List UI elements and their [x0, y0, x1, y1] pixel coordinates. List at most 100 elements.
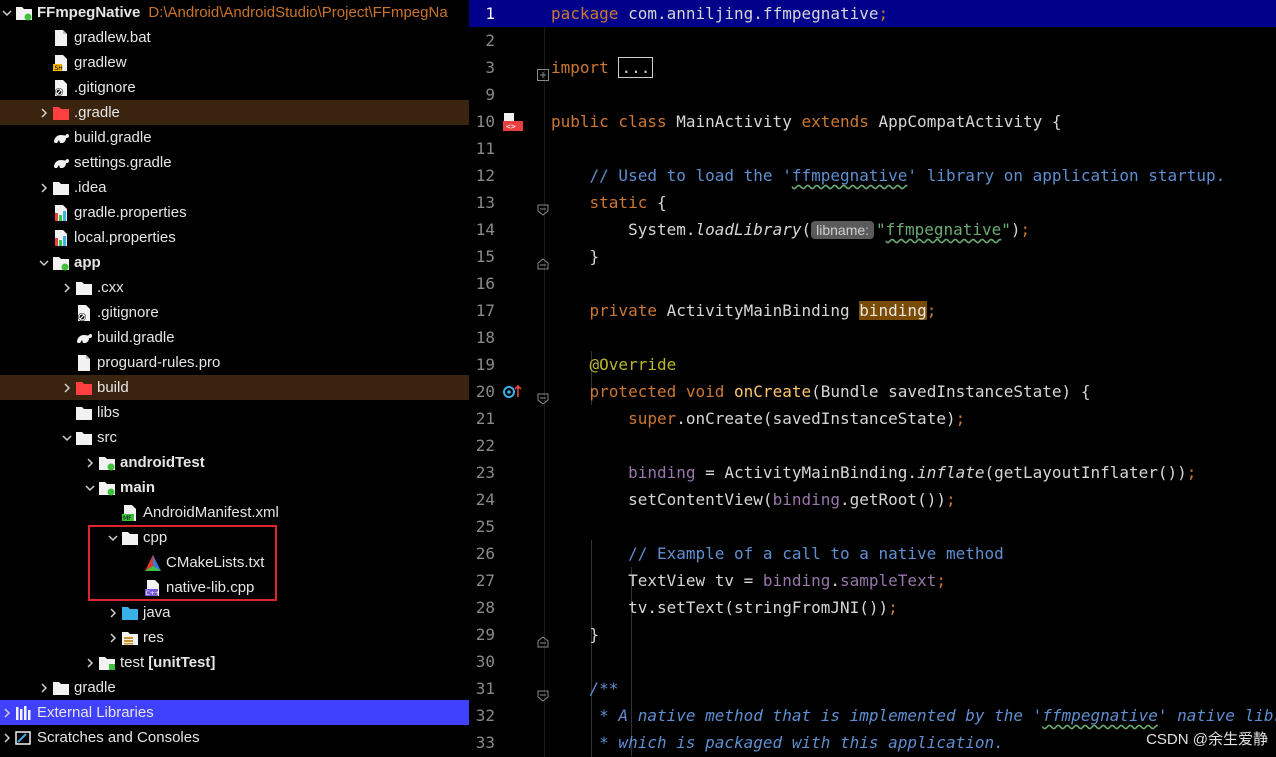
code-line-9[interactable]: 9 — [469, 81, 1276, 108]
line-number: 15 — [475, 247, 495, 266]
tree-row-suffix: [unitTest] — [148, 654, 216, 671]
project-path: D:\Android\AndroidStudio\Project\FFmpegN… — [148, 4, 448, 21]
expand-arrow-icon[interactable] — [83, 650, 97, 675]
tree-row-local-properties[interactable]: local.properties — [0, 225, 469, 250]
code-line-1[interactable]: 1 package com.anniljing.ffmpegnative; — [469, 0, 1276, 27]
tree-row-settings-gradle[interactable]: settings.gradle — [0, 150, 469, 175]
tree-row-label: local.properties — [74, 229, 176, 246]
tree-row-external-libraries[interactable]: External Libraries — [0, 700, 469, 725]
code-line-3[interactable]: 3 import ... — [469, 54, 1276, 81]
arrow-spacer — [60, 400, 74, 425]
tree-row-scratches-and-consoles[interactable]: Scratches and Consoles — [0, 725, 469, 750]
expand-arrow-icon[interactable] — [37, 175, 51, 200]
expand-arrow-icon[interactable] — [83, 450, 97, 475]
tree-row-label: gradle.properties — [74, 204, 187, 221]
code-line-27[interactable]: 27 TextView tv = binding.sampleText; — [469, 567, 1276, 594]
code-line-16[interactable]: 16 — [469, 270, 1276, 297]
tree-row-test[interactable]: test [unitTest] — [0, 650, 469, 675]
code-line-24[interactable]: 24 setContentView(binding.getRoot()); — [469, 486, 1276, 513]
expand-arrow-icon[interactable] — [0, 725, 14, 750]
tree-row-gradlew-bat[interactable]: gradlew.bat — [0, 25, 469, 50]
code-line-32[interactable]: 32 * A native method that is implemented… — [469, 702, 1276, 729]
code-line-22[interactable]: 22 — [469, 432, 1276, 459]
expand-arrow-icon[interactable] — [60, 275, 74, 300]
tree-row-androidmanifest-xml[interactable]: MF AndroidManifest.xml — [0, 500, 469, 525]
tree-row-build-gradle[interactable]: build.gradle — [0, 325, 469, 350]
expand-arrow-icon[interactable] — [0, 700, 14, 725]
tree-row-idea[interactable]: .idea — [0, 175, 469, 200]
code-line-14[interactable]: 14 System.loadLibrary(libname: "ffmpegnat… — [469, 216, 1276, 243]
code-line-11[interactable]: 11 — [469, 135, 1276, 162]
tree-row-gradle[interactable]: gradle — [0, 675, 469, 700]
tree-row-src[interactable]: src — [0, 425, 469, 450]
fold-marker-icon[interactable] — [537, 197, 549, 216]
code-line-30[interactable]: 30 — [469, 648, 1276, 675]
file-icon — [51, 29, 71, 47]
expand-arrow-icon[interactable] — [37, 675, 51, 700]
tree-row-app[interactable]: app — [0, 250, 469, 275]
native-class-icon[interactable]: <> — [501, 111, 525, 133]
fold-marker-icon[interactable] — [537, 386, 549, 405]
code-line-10[interactable]: 10 <> public class MainActivity extends Ap… — [469, 108, 1276, 135]
tree-row-androidtest[interactable]: androidTest — [0, 450, 469, 475]
tree-row-res[interactable]: res — [0, 625, 469, 650]
collapse-arrow-icon[interactable] — [0, 0, 14, 25]
code-line-29[interactable]: 29 } — [469, 621, 1276, 648]
expand-arrow-icon[interactable] — [60, 375, 74, 400]
code-line-28[interactable]: 28 tv.setText(stringFromJNI()); — [469, 594, 1276, 621]
code-editor[interactable]: 1 package com.anniljing.ffmpegnative; 2 3 im… — [469, 0, 1276, 757]
tree-row-gradle-properties[interactable]: gradle.properties — [0, 200, 469, 225]
code-line-26[interactable]: 26 // Example of a call to a native meth… — [469, 540, 1276, 567]
code-line-13[interactable]: 13 static { — [469, 189, 1276, 216]
code-line-23[interactable]: 23 binding = ActivityMainBinding.inflate… — [469, 459, 1276, 486]
tree-row-label: androidTest — [120, 454, 205, 471]
excluded-folder-icon — [74, 379, 94, 397]
collapse-arrow-icon[interactable] — [106, 525, 120, 550]
expand-arrow-icon[interactable] — [37, 100, 51, 125]
tree-row-gitignore[interactable]: .gitignore — [0, 300, 469, 325]
folder-icon — [74, 279, 94, 297]
fold-marker-icon[interactable] — [537, 629, 549, 648]
fold-marker-icon[interactable] — [537, 683, 549, 702]
tree-row-gitignore[interactable]: .gitignore — [0, 75, 469, 100]
collapse-arrow-icon[interactable] — [37, 250, 51, 275]
code-line-18[interactable]: 18 — [469, 324, 1276, 351]
line-number: 17 — [475, 301, 495, 320]
code-line-15[interactable]: 15 } — [469, 243, 1276, 270]
code-line-20[interactable]: 20 protected void onCreate(Bundle savedI… — [469, 378, 1276, 405]
line-number: 30 — [475, 652, 495, 671]
tree-row-native-lib-cpp[interactable]: C++ native-lib.cpp — [0, 575, 469, 600]
tree-row-gradle[interactable]: .gradle — [0, 100, 469, 125]
tree-row-label: native-lib.cpp — [166, 579, 255, 596]
arrow-spacer — [60, 325, 74, 350]
collapse-arrow-icon[interactable] — [83, 475, 97, 500]
tree-row-ffmpegnative[interactable]: FFmpegNative D:\Android\AndroidStudio\Pro… — [0, 0, 469, 25]
fold-marker-icon[interactable] — [537, 62, 549, 81]
code-line-21[interactable]: 21 super.onCreate(savedInstanceState); — [469, 405, 1276, 432]
tree-row-libs[interactable]: libs — [0, 400, 469, 425]
tree-row-java[interactable]: java — [0, 600, 469, 625]
tree-row-build[interactable]: build — [0, 375, 469, 400]
project-tree[interactable]: FFmpegNative D:\Android\AndroidStudio\Pro… — [0, 0, 469, 757]
expand-arrow-icon[interactable] — [106, 600, 120, 625]
tree-row-cxx[interactable]: .cxx — [0, 275, 469, 300]
collapse-arrow-icon[interactable] — [60, 425, 74, 450]
tree-row-main[interactable]: main — [0, 475, 469, 500]
line-number: 13 — [475, 193, 495, 212]
module-folder-icon — [97, 454, 117, 472]
tree-row-proguard-rules-pro[interactable]: proguard-rules.pro — [0, 350, 469, 375]
code-line-12[interactable]: 12 // Used to load the 'ffmpegnative' li… — [469, 162, 1276, 189]
tree-row-label: gradlew — [74, 54, 127, 71]
tree-row-gradlew[interactable]: SH gradlew — [0, 50, 469, 75]
tree-row-build-gradle[interactable]: build.gradle — [0, 125, 469, 150]
expand-arrow-icon[interactable] — [106, 625, 120, 650]
tree-row-cmakelists-txt[interactable]: CMakeLists.txt — [0, 550, 469, 575]
code-line-19[interactable]: 19 @Override — [469, 351, 1276, 378]
fold-marker-icon[interactable] — [537, 251, 549, 270]
tree-row-cpp[interactable]: cpp — [0, 525, 469, 550]
code-line-17[interactable]: 17 private ActivityMainBinding binding; — [469, 297, 1276, 324]
override-icon[interactable] — [501, 381, 525, 403]
code-line-2[interactable]: 2 — [469, 27, 1276, 54]
code-line-31[interactable]: 31 /** — [469, 675, 1276, 702]
code-line-25[interactable]: 25 — [469, 513, 1276, 540]
